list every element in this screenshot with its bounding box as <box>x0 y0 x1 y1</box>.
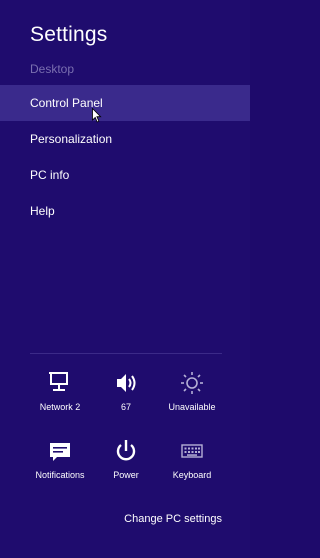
volume-label: 67 <box>120 402 131 412</box>
menu-item-personalization[interactable]: Personalization <box>0 121 250 157</box>
settings-menu: Control Panel Personalization PC info He… <box>0 85 250 229</box>
menu-item-pc-info[interactable]: PC info <box>0 157 250 193</box>
network-icon <box>49 372 68 391</box>
notifications-tile[interactable]: Notifications <box>28 438 92 480</box>
volume-tile[interactable]: 67 <box>94 370 158 412</box>
power-label: Power <box>113 470 139 480</box>
volume-icon <box>117 374 136 392</box>
notifications-label: Notifications <box>35 470 85 480</box>
network-tile[interactable]: Network 2 <box>28 370 92 412</box>
keyboard-tile[interactable]: Keyboard <box>160 438 224 480</box>
change-pc-settings-link[interactable]: Change PC settings <box>124 513 222 525</box>
page-title: Settings <box>30 23 108 46</box>
keyboard-icon <box>181 444 203 458</box>
power-tile[interactable]: Power <box>94 438 158 480</box>
menu-item-control-panel[interactable]: Control Panel <box>0 85 250 121</box>
context-label: Desktop <box>30 62 75 76</box>
brightness-icon <box>181 372 203 394</box>
brightness-tile[interactable]: Unavailable <box>160 370 224 412</box>
divider <box>30 353 222 354</box>
keyboard-label: Keyboard <box>172 470 212 480</box>
settings-charm: Settings Desktop Control Panel Personali… <box>0 0 250 558</box>
notifications-icon <box>50 443 70 461</box>
brightness-label: Unavailable <box>168 402 216 412</box>
network-label: Network 2 <box>39 402 81 412</box>
menu-item-help[interactable]: Help <box>0 193 250 229</box>
mouse-cursor-icon <box>92 108 102 123</box>
power-icon <box>116 440 136 461</box>
